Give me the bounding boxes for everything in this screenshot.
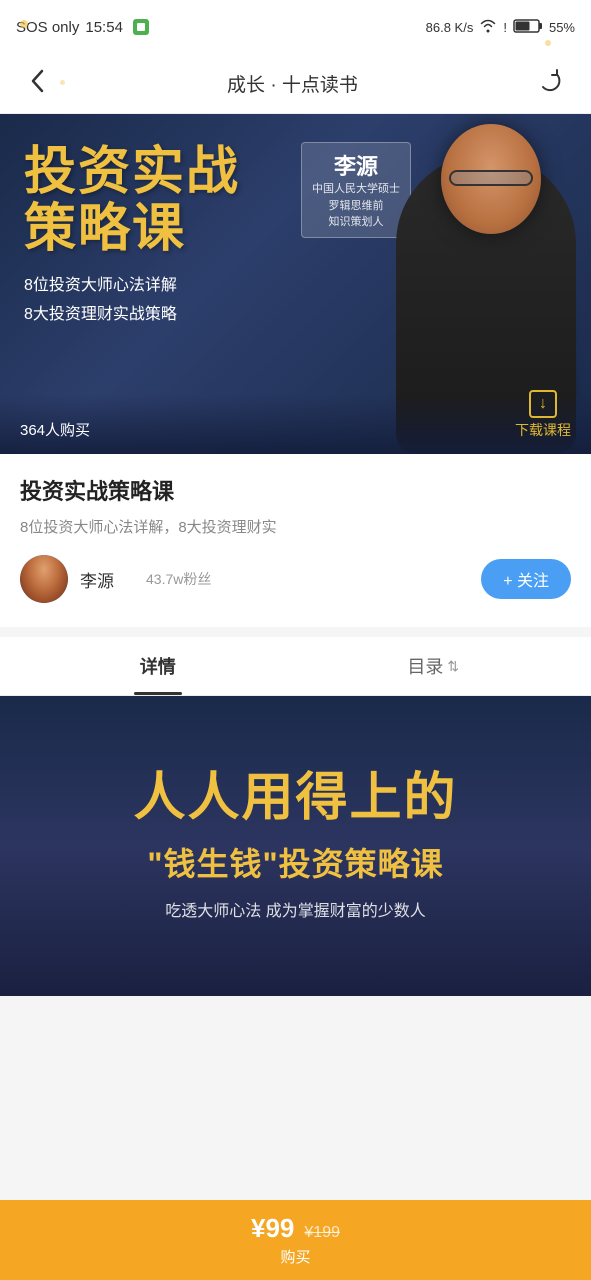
hero-banner: 投资实战 策略课 8位投资大师心法详解 8大投资理财实战策略 李源 中国人民大学…: [0, 114, 591, 454]
back-button[interactable]: [20, 57, 56, 111]
promo-desc: 吃透大师心法 成为掌握财富的少数人: [165, 899, 425, 925]
course-info-card: 投资实战策略课 8位投资大师心法详解，8大投资理财实 李源 43.7w粉丝 + …: [0, 454, 591, 627]
hero-sub-text-1: 8位投资大师心法详解: [24, 272, 240, 301]
deco-dot-1: [20, 20, 28, 28]
promo-banner: 人人用得上的 "钱生钱"投资策略课 吃透大师心法 成为掌握财富的少数人: [0, 696, 591, 996]
hero-title-line2: 策略课: [24, 201, 240, 258]
nav-bar: 成长 · 十点读书: [0, 54, 591, 114]
tab-detail[interactable]: 详情: [20, 637, 296, 695]
deco-dot-2: [545, 40, 551, 46]
course-title: 投资实战策略课: [20, 474, 571, 506]
author-row: 李源 43.7w粉丝 + 关注: [20, 555, 571, 603]
avatar-image: [20, 555, 68, 603]
author-fans: 43.7w粉丝: [146, 569, 211, 589]
price-original: ¥199: [304, 1224, 340, 1242]
download-label: 下载课程: [515, 420, 571, 440]
price-current: ¥99: [251, 1213, 294, 1244]
hero-sub-text-2: 8大投资理财实战策略: [24, 301, 240, 330]
status-time: 15:54: [85, 19, 123, 36]
status-bar: SOS only 15:54 86.8 K/s ! 55%: [0, 0, 591, 54]
author-avatar: [20, 555, 68, 603]
hero-text-area: 投资实战 策略课 8位投资大师心法详解 8大投资理财实战策略: [24, 144, 240, 330]
hero-title-line1: 投资实战: [24, 144, 240, 201]
promo-title-line1: 人人用得上的: [133, 767, 457, 829]
author-name: 李源: [80, 567, 114, 592]
notification-dot: [133, 19, 149, 35]
tabs-row: 详情 目录 ⇅: [0, 637, 591, 696]
course-desc: 8位投资大师心法详解，8大投资理财实: [20, 516, 571, 537]
hero-purchases: 364人购买: [20, 419, 90, 440]
nav-title: 成长 · 十点读书: [227, 70, 358, 97]
download-icon: ↓: [529, 390, 557, 418]
battery-icon: [513, 18, 543, 37]
price-row: ¥99 ¥199: [251, 1213, 340, 1244]
follow-button[interactable]: + 关注: [481, 559, 571, 599]
refresh-button[interactable]: [529, 60, 571, 108]
wifi-icon: [479, 19, 497, 36]
promo-title-line2: "钱生钱"投资策略课: [147, 839, 443, 885]
network-speed: 86.8 K/s: [426, 20, 474, 35]
deco-dot-3: [60, 80, 65, 85]
signal-exclamation: !: [503, 20, 507, 35]
battery-percent: 55%: [549, 20, 575, 35]
tabs-section: 详情 目录 ⇅: [0, 637, 591, 696]
sort-icon: ⇅: [447, 658, 459, 675]
buy-label[interactable]: 购买: [280, 1246, 310, 1267]
status-left: SOS only 15:54: [16, 19, 149, 36]
status-right: 86.8 K/s ! 55%: [426, 18, 575, 37]
glasses: [449, 170, 533, 186]
detail-content: 人人用得上的 "钱生钱"投资策略课 吃透大师心法 成为掌握财富的少数人: [0, 696, 591, 996]
bottom-bar[interactable]: ¥99 ¥199 购买: [0, 1200, 591, 1280]
download-button[interactable]: ↓ 下载课程: [515, 390, 571, 440]
tab-catalog[interactable]: 目录 ⇅: [296, 637, 572, 695]
